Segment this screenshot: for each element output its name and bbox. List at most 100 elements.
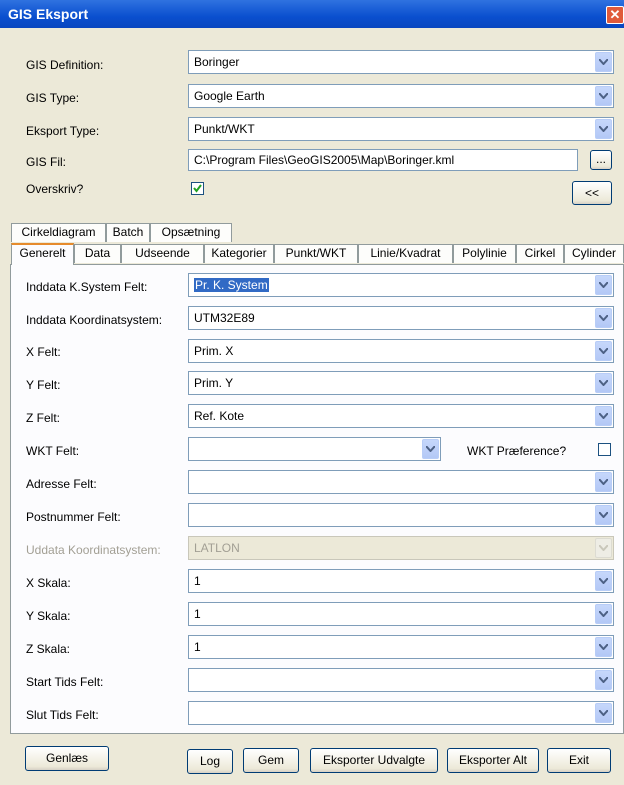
y-field-value: Prim. Y bbox=[194, 376, 234, 390]
end-time-select[interactable] bbox=[188, 701, 614, 725]
exit-button[interactable]: Exit bbox=[547, 748, 611, 773]
export-selected-button[interactable]: Eksporter Udvalgte bbox=[310, 748, 438, 773]
start-time-label: Start Tids Felt: bbox=[26, 675, 104, 689]
address-field-select[interactable] bbox=[188, 470, 614, 494]
postal-field-select[interactable] bbox=[188, 503, 614, 527]
export-selected-label: Eksporter Udvalgte bbox=[322, 753, 426, 767]
wkt-preference-checkbox[interactable] bbox=[598, 443, 611, 456]
general-tab-panel bbox=[10, 264, 624, 734]
gis-file-label: GIS Fil: bbox=[26, 155, 67, 169]
z-field-select[interactable]: Ref. Kote bbox=[188, 404, 614, 428]
gis-type-select[interactable]: Google Earth bbox=[188, 84, 614, 108]
tab-opsaetning[interactable]: Opsætning bbox=[150, 223, 232, 242]
tab-cirkel[interactable]: Cirkel bbox=[516, 244, 564, 263]
output-coord-label: Uddata Koordinatsystem: bbox=[26, 543, 161, 557]
save-button[interactable]: Gem bbox=[243, 748, 299, 773]
export-type-select[interactable]: Punkt/WKT bbox=[188, 117, 614, 141]
chevron-down-icon bbox=[595, 538, 612, 558]
export-type-label: Eksport Type: bbox=[26, 124, 100, 138]
chevron-down-icon[interactable] bbox=[595, 308, 612, 328]
start-time-select[interactable] bbox=[188, 668, 614, 692]
chevron-down-icon[interactable] bbox=[595, 571, 612, 591]
y-field-label: Y Felt: bbox=[26, 378, 61, 392]
coord-system-value: UTM32E89 bbox=[194, 311, 255, 325]
log-button[interactable]: Log bbox=[187, 749, 233, 774]
chevron-down-icon[interactable] bbox=[595, 52, 612, 72]
gis-definition-label: GIS Definition: bbox=[26, 58, 104, 72]
output-coord-value: LATLON bbox=[194, 541, 240, 555]
gis-export-window: GIS Eksport ✕ GIS Definition: Boringer G… bbox=[0, 0, 624, 785]
tab-udseende[interactable]: Udseende bbox=[121, 244, 204, 263]
wkt-field-label: WKT Felt: bbox=[26, 444, 80, 458]
chevron-down-icon[interactable] bbox=[422, 439, 439, 459]
tab-kategorier[interactable]: Kategorier bbox=[204, 244, 274, 263]
tab-polylinie[interactable]: Polylinie bbox=[453, 244, 516, 263]
gis-type-value: Google Earth bbox=[194, 89, 265, 103]
gis-definition-value: Boringer bbox=[194, 55, 240, 69]
close-icon: ✕ bbox=[609, 7, 621, 22]
chevron-down-icon[interactable] bbox=[595, 275, 612, 295]
title-bar[interactable]: GIS Eksport ✕ bbox=[0, 0, 624, 28]
browse-button[interactable]: ... bbox=[590, 150, 612, 170]
tab-cylinder[interactable]: Cylinder bbox=[564, 244, 624, 263]
chevron-down-icon[interactable] bbox=[595, 670, 612, 690]
close-button[interactable]: ✕ bbox=[606, 6, 624, 24]
gis-type-label: GIS Type: bbox=[26, 91, 80, 105]
export-type-value: Punkt/WKT bbox=[194, 122, 255, 136]
x-field-label: X Felt: bbox=[26, 345, 61, 359]
tab-linie-kvadrat[interactable]: Linie/Kvadrat bbox=[358, 244, 453, 263]
chevron-down-icon[interactable] bbox=[595, 341, 612, 361]
y-field-select[interactable]: Prim. Y bbox=[188, 371, 614, 395]
chevron-down-icon[interactable] bbox=[595, 505, 612, 525]
z-scale-select[interactable]: 1 bbox=[188, 635, 614, 659]
end-time-label: Slut Tids Felt: bbox=[26, 708, 99, 722]
tab-generelt[interactable]: Generelt bbox=[11, 243, 74, 265]
wkt-preference-label: WKT Præference? bbox=[467, 444, 567, 458]
gis-definition-select[interactable]: Boringer bbox=[188, 50, 614, 74]
collapse-label: << bbox=[584, 186, 599, 200]
gis-file-input[interactable]: C:\Program Files\GeoGIS2005\Map\Boringer… bbox=[188, 149, 578, 171]
tab-data[interactable]: Data bbox=[74, 244, 121, 263]
overwrite-label: Overskriv? bbox=[26, 182, 84, 196]
z-scale-value: 1 bbox=[194, 640, 201, 654]
x-field-value: Prim. X bbox=[194, 344, 234, 358]
chevron-down-icon[interactable] bbox=[595, 637, 612, 657]
chevron-down-icon[interactable] bbox=[595, 86, 612, 106]
postal-field-label: Postnummer Felt: bbox=[26, 510, 121, 524]
chevron-down-icon[interactable] bbox=[595, 604, 612, 624]
y-scale-select[interactable]: 1 bbox=[188, 602, 614, 626]
chevron-down-icon[interactable] bbox=[595, 703, 612, 723]
x-scale-value: 1 bbox=[194, 574, 201, 588]
chevron-down-icon[interactable] bbox=[595, 472, 612, 492]
export-all-button[interactable]: Eksporter Alt bbox=[447, 748, 539, 773]
x-field-select[interactable]: Prim. X bbox=[188, 339, 614, 363]
gis-file-value: C:\Program Files\GeoGIS2005\Map\Boringer… bbox=[194, 153, 455, 167]
ks-field-value: Pr. K. System bbox=[194, 278, 269, 292]
coord-system-select[interactable]: UTM32E89 bbox=[188, 306, 614, 330]
chevron-down-icon[interactable] bbox=[595, 373, 612, 393]
tab-punkt-wkt[interactable]: Punkt/WKT bbox=[274, 244, 358, 263]
overwrite-checkbox[interactable] bbox=[191, 182, 204, 195]
z-field-value: Ref. Kote bbox=[194, 409, 245, 423]
ks-field-label: Inddata K.System Felt: bbox=[26, 280, 148, 294]
log-label: Log bbox=[199, 754, 221, 768]
reload-button[interactable]: Genlæs bbox=[25, 746, 109, 771]
chevron-down-icon[interactable] bbox=[595, 119, 612, 139]
checkmark-icon bbox=[193, 184, 202, 193]
tab-cirkeldiagram[interactable]: Cirkeldiagram bbox=[11, 223, 106, 242]
y-scale-label: Y Skala: bbox=[26, 609, 71, 623]
ks-field-select[interactable]: Pr. K. System bbox=[188, 273, 614, 297]
coord-system-label: Inddata Koordinatsystem: bbox=[26, 313, 163, 327]
window-title: GIS Eksport bbox=[8, 6, 89, 22]
chevron-down-icon[interactable] bbox=[595, 406, 612, 426]
tab-batch[interactable]: Batch bbox=[106, 223, 150, 242]
z-scale-label: Z Skala: bbox=[26, 642, 71, 656]
ks-field-selected-text: Pr. K. System bbox=[194, 278, 269, 292]
wkt-field-select[interactable] bbox=[188, 437, 441, 461]
collapse-button[interactable]: << bbox=[572, 181, 612, 205]
x-scale-select[interactable]: 1 bbox=[188, 569, 614, 593]
exit-label: Exit bbox=[568, 753, 589, 767]
x-scale-label: X Skala: bbox=[26, 576, 71, 590]
output-coord-select: LATLON bbox=[188, 536, 614, 560]
z-field-label: Z Felt: bbox=[26, 411, 61, 425]
